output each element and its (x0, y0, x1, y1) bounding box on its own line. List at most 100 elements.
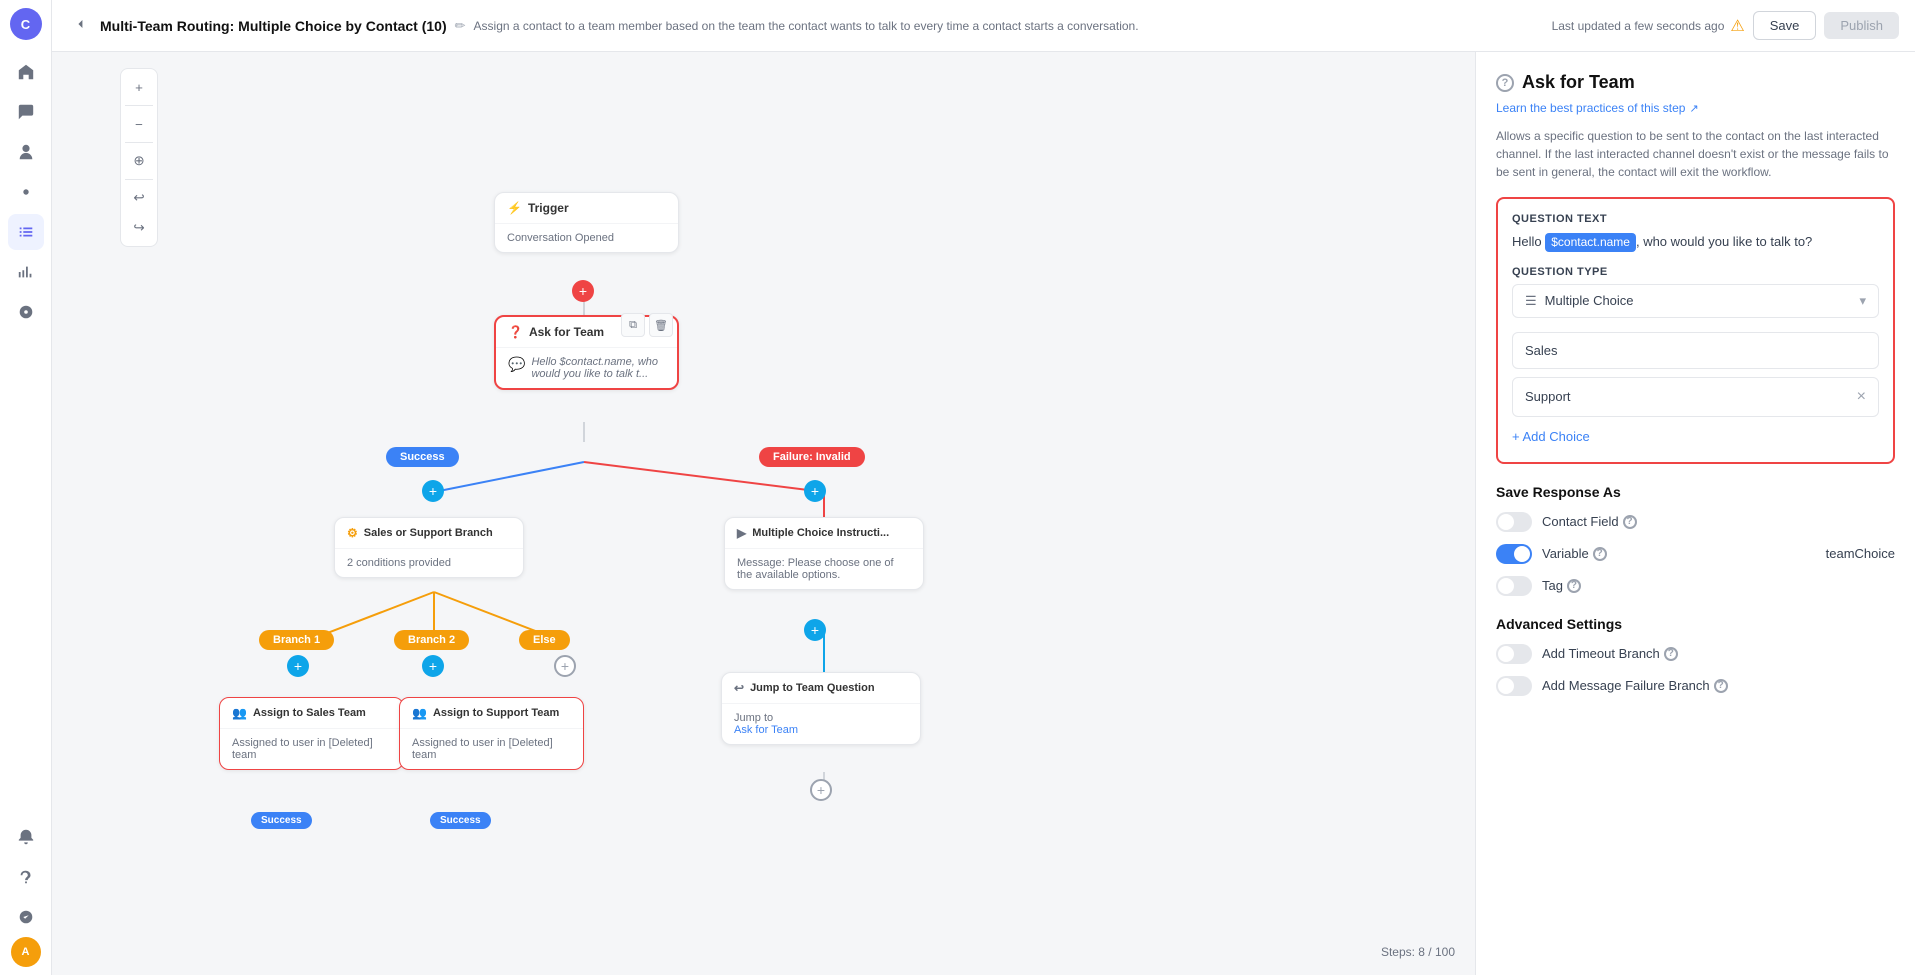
assign-sales-success-tag: Success (251, 812, 312, 829)
nav-help[interactable] (8, 859, 44, 895)
branch-icon: ⚙ (347, 526, 358, 540)
best-practices-link[interactable]: Learn the best practices of this step ↗ (1496, 101, 1895, 115)
mc-icon: ▶ (737, 526, 746, 540)
delete-node-button[interactable]: 🗑 (649, 313, 673, 337)
nav-bottom: A (8, 817, 44, 967)
nav-checkmark[interactable] (8, 899, 44, 935)
tag-row: Tag ? (1496, 576, 1895, 596)
nav-chat[interactable] (8, 94, 44, 130)
assign-support-header: 👥 Assign to Support Team (400, 698, 583, 729)
add-success-branch[interactable]: + (422, 480, 444, 502)
add-after-mc[interactable]: + (804, 619, 826, 641)
edit-title-icon[interactable]: ✏ (455, 18, 466, 34)
right-panel: ? Ask for Team Learn the best practices … (1475, 52, 1915, 975)
nav-notifications[interactable] (8, 819, 44, 855)
node-actions: ⧉ 🗑 (621, 313, 673, 337)
mc-header: ▶ Multiple Choice Instructi... (725, 518, 923, 549)
back-button[interactable] (68, 12, 92, 39)
assign-support-node[interactable]: 👥 Assign to Support Team Assigned to use… (399, 697, 584, 770)
message-failure-info[interactable]: ? (1714, 679, 1728, 693)
list-icon: ☰ (1525, 293, 1537, 309)
jump-link[interactable]: Ask for Team (734, 724, 798, 736)
sales-support-branch-node[interactable]: ⚙ Sales or Support Branch 2 conditions p… (334, 517, 524, 578)
assign-icon: 👥 (232, 706, 247, 720)
add-branch2[interactable]: + (422, 655, 444, 677)
message-icon: 💬 (508, 356, 525, 373)
fit-button[interactable]: ⊕ (125, 147, 153, 175)
variable-toggle[interactable] (1496, 544, 1532, 564)
jump-team-node[interactable]: ↩ Jump to Team Question Jump to Ask for … (721, 672, 921, 745)
zoom-out-button[interactable]: − (125, 110, 153, 138)
trigger-lightning-icon: ⚡ (507, 201, 522, 215)
external-link-icon: ↗ (1689, 102, 1698, 115)
zoom-in-button[interactable]: + (125, 73, 153, 101)
success-tag: Success (386, 447, 459, 467)
nav-reports[interactable] (8, 254, 44, 290)
question-box: Question Text Hello $contact.name, who w… (1496, 197, 1895, 464)
message-failure-toggle[interactable] (1496, 676, 1532, 696)
save-button[interactable]: Save (1753, 11, 1817, 40)
add-choice-button[interactable]: + Add Choice (1512, 425, 1590, 448)
nav-workflows[interactable] (8, 214, 44, 250)
add-failure-branch[interactable]: + (804, 480, 826, 502)
ask-team-body: 💬 Hello $contact.name, who would you lik… (496, 348, 677, 388)
ask-for-team-node[interactable]: ⧉ 🗑 ❓ Ask for Team 💬 Hello $contact.name… (494, 315, 679, 390)
publish-button[interactable]: Publish (1824, 12, 1899, 39)
redo-button[interactable]: ↪ (125, 214, 153, 242)
jump-body: Jump to Ask for Team (722, 704, 920, 744)
timeout-info[interactable]: ? (1664, 647, 1678, 661)
trigger-body[interactable]: Conversation Opened (495, 224, 678, 252)
add-else[interactable]: + (554, 655, 576, 677)
branch-body: 2 conditions provided (335, 549, 523, 577)
add-after-jump[interactable]: + (810, 779, 832, 801)
assign-sales-node[interactable]: 👥 Assign to Sales Team Assigned to user … (219, 697, 404, 770)
undo-button[interactable]: ↩ (125, 184, 153, 212)
nav-settings[interactable] (8, 294, 44, 330)
assign-support-body: Assigned to user in [Deleted] team (400, 729, 583, 769)
variable-info[interactable]: ? (1593, 547, 1607, 561)
panel-title: ? Ask for Team (1496, 72, 1895, 93)
multiple-choice-node[interactable]: ▶ Multiple Choice Instructi... Message: … (724, 517, 924, 590)
timeout-branch-toggle[interactable] (1496, 644, 1532, 664)
question-text-label: Question Text (1512, 213, 1879, 225)
header: Multi-Team Routing: Multiple Choice by C… (52, 0, 1915, 52)
assign-sales-header: 👥 Assign to Sales Team (220, 698, 403, 729)
trigger-node: ⚡ Trigger Conversation Opened (494, 192, 679, 253)
question-type-value: Multiple Choice (1545, 293, 1852, 308)
add-branch1[interactable]: + (287, 655, 309, 677)
tag-toggle[interactable] (1496, 576, 1532, 596)
message-failure-row: Add Message Failure Branch ? (1496, 676, 1895, 696)
remove-support-choice[interactable]: × (1857, 388, 1866, 406)
trigger-header: ⚡ Trigger (495, 193, 678, 224)
variable-value: teamChoice (1826, 546, 1895, 561)
choice-sales[interactable]: Sales (1512, 332, 1879, 369)
tag-info[interactable]: ? (1567, 579, 1581, 593)
branch1-tag: Branch 1 (259, 630, 334, 650)
contact-field-info[interactable]: ? (1623, 515, 1637, 529)
branch2-tag: Branch 2 (394, 630, 469, 650)
question-icon: ❓ (508, 325, 523, 339)
nav-user-avatar[interactable]: A (11, 937, 41, 967)
copy-node-button[interactable]: ⧉ (621, 313, 645, 337)
nav-contacts[interactable] (8, 134, 44, 170)
nav-broadcast[interactable] (8, 174, 44, 210)
tag-label: Tag ? (1542, 578, 1581, 593)
nav-home[interactable] (8, 54, 44, 90)
contact-field-toggle[interactable] (1496, 512, 1532, 532)
choice-support[interactable]: Support × (1512, 377, 1879, 417)
save-status: Last updated a few seconds ago ⚠ (1552, 16, 1745, 36)
workflow-description: Assign a contact to a team member based … (474, 19, 1544, 33)
left-sidebar: C A (0, 0, 52, 975)
message-failure-label: Add Message Failure Branch ? (1542, 678, 1728, 693)
save-response-title: Save Response As (1496, 484, 1895, 500)
add-after-trigger[interactable]: + (572, 280, 594, 302)
contact-field-row: Contact Field ? (1496, 512, 1895, 532)
jump-header: ↩ Jump to Team Question (722, 673, 920, 704)
else-tag: Else (519, 630, 570, 650)
question-type-select[interactable]: ☰ Multiple Choice ▾ (1512, 284, 1879, 318)
canvas-area: + − ⊕ ↩ ↪ ⚡ Trigger Conver (104, 52, 1475, 975)
question-type-label: Question Type (1512, 266, 1879, 278)
chevron-down-icon: ▾ (1859, 293, 1866, 309)
help-circle-icon[interactable]: ? (1496, 74, 1514, 92)
variable-row: Variable ? teamChoice (1496, 544, 1895, 564)
